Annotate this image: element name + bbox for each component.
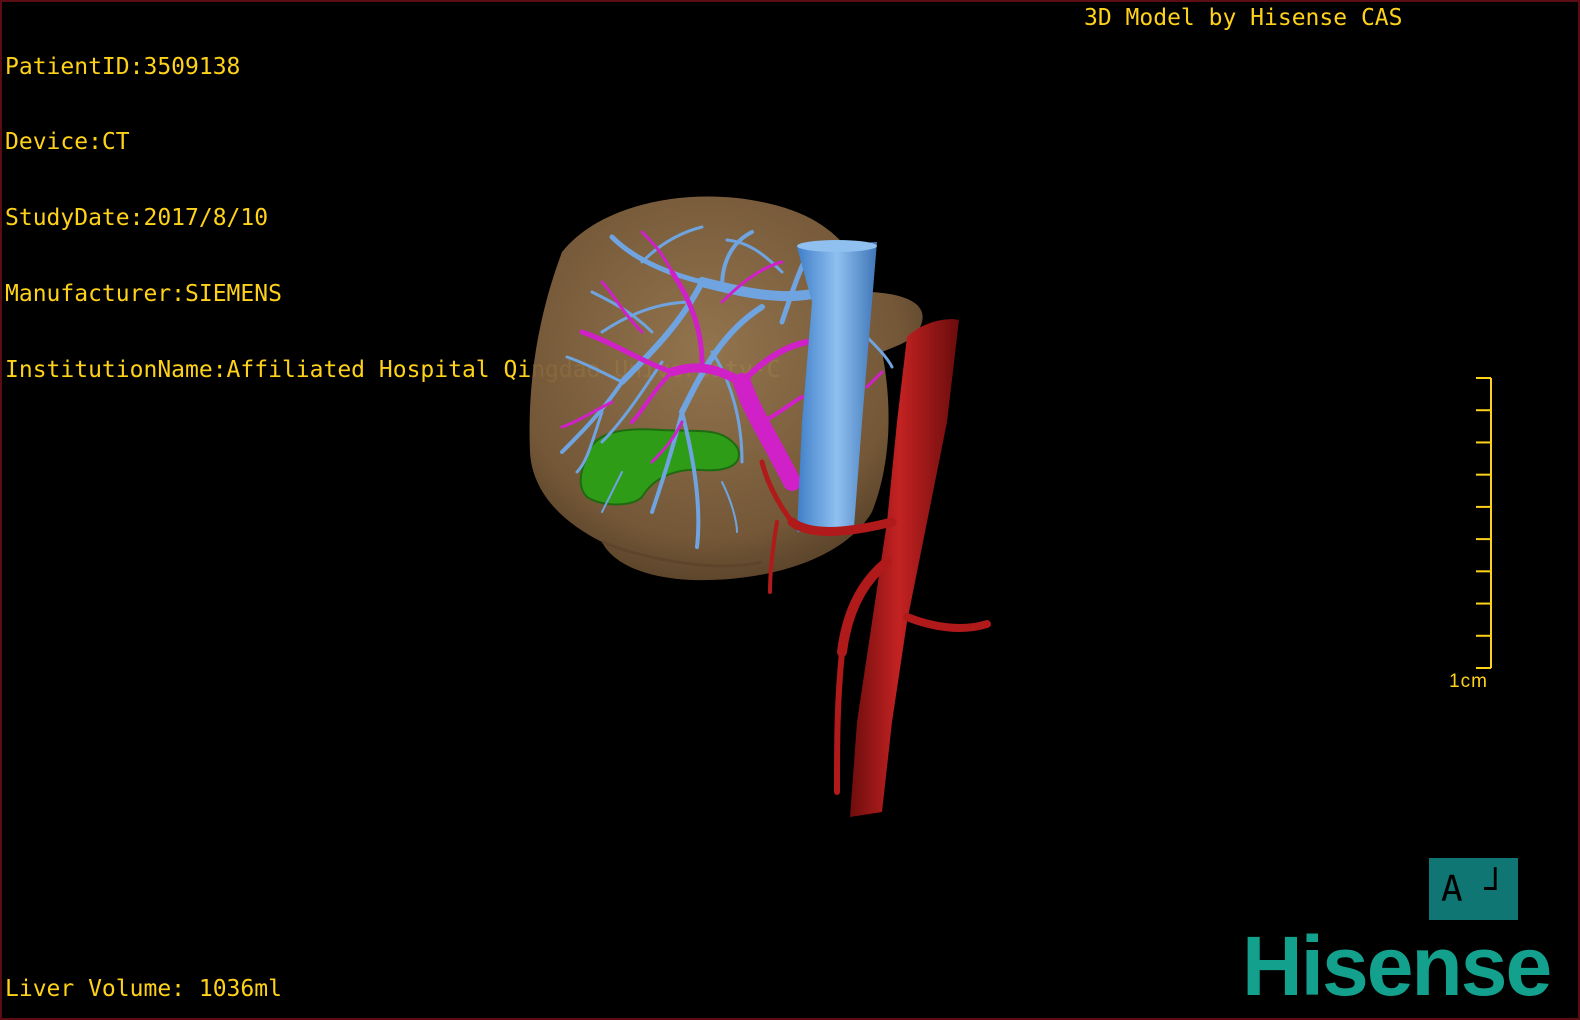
hisense-logo: Hisense — [1242, 919, 1552, 1013]
3d-viewport[interactable]: PatientID:3509138 Device:CT StudyDate:20… — [0, 0, 1580, 1020]
scale-label: 1cm — [1449, 671, 1488, 692]
orientation-cube[interactable]: A ┘ — [1429, 858, 1518, 920]
liver-volume-text: Liver Volume: 1036ml — [5, 976, 282, 1002]
scale-bar — [1476, 377, 1492, 669]
liver-3d-model[interactable] — [2, 2, 1578, 1018]
